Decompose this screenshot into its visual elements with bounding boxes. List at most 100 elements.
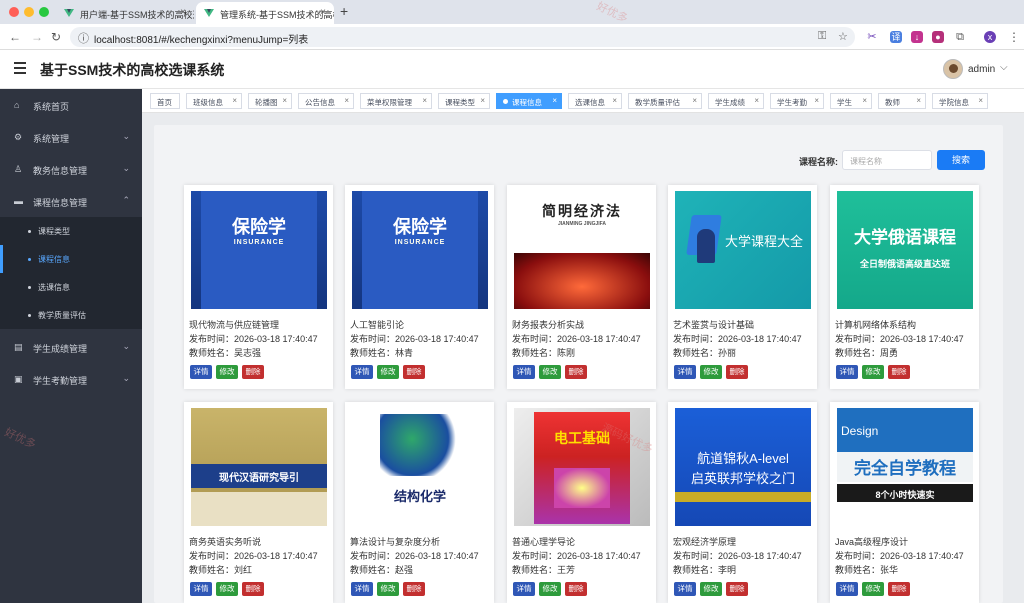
delete-button[interactable]: 删除 [888,365,910,379]
detail-button[interactable]: 详情 [836,365,858,379]
course-cover-image[interactable]: 大学俄语课程 全日制俄语高级直达班 [837,191,973,309]
edit-button[interactable]: 修改 [539,365,561,379]
course-cover-image[interactable]: 保险学 INSURANCE [352,191,488,309]
detail-button[interactable]: 详情 [513,365,535,379]
course-card[interactable]: 保险学 INSURANCE 现代物流与供应链管理 发布时间：2026-03-18 17… [184,185,333,389]
tag-item[interactable]: 学生成绩 × [708,93,764,109]
tag-item[interactable]: 教学质量评估 × [628,93,702,109]
close-window-button[interactable] [9,7,19,17]
delete-button[interactable]: 删除 [242,365,264,379]
tag-item[interactable]: 课程类型 × [438,93,490,109]
tag-item[interactable]: 班级信息 × [186,93,242,109]
close-tag-icon[interactable]: × [862,96,867,105]
browser-tab-user[interactable]: 用户端-基于SSM技术的高校选 × [56,2,194,24]
tag-item[interactable]: 学生考勤 × [770,93,824,109]
course-cover-image[interactable]: 结构化学 [352,408,488,526]
browser-tab-admin[interactable]: 管理系统-基于SSM技术的高校 × [196,2,334,24]
edit-button[interactable]: 修改 [700,365,722,379]
edit-button[interactable]: 修改 [216,582,238,596]
back-icon[interactable]: ← [9,30,21,44]
delete-button[interactable]: 删除 [726,582,748,596]
sidebar-subitem-course-info[interactable]: 课程信息 [0,245,142,273]
site-info-icon[interactable]: ⓘ [78,30,89,46]
search-input[interactable]: 课程名称 [842,150,932,170]
edit-button[interactable]: 修改 [377,582,399,596]
close-tab-icon[interactable]: × [180,7,186,18]
detail-button[interactable]: 详情 [674,582,696,596]
key-icon[interactable]: ⚿ [818,30,826,43]
edit-button[interactable]: 修改 [862,582,884,596]
close-tab-icon[interactable]: × [320,7,326,18]
edit-button[interactable]: 修改 [377,365,399,379]
tag-item[interactable]: 菜单权限管理 × [360,93,432,109]
delete-button[interactable]: 删除 [565,582,587,596]
close-tag-icon[interactable]: × [344,96,349,105]
extension-translate-icon[interactable]: 译 [890,31,902,43]
course-card[interactable]: 结构化学 算法设计与复杂度分析 发布时间：2026-03-18 17:40:47 教师… [345,402,494,603]
address-bar[interactable]: ⓘ localhost:8081/#/kechengxinxi?menuJump… [70,27,855,47]
edit-button[interactable]: 修改 [700,582,722,596]
detail-button[interactable]: 详情 [513,582,535,596]
sidebar-item-system[interactable]: ⚙ 系统管理 ⌄ [0,121,142,153]
delete-button[interactable]: 删除 [403,365,425,379]
edit-button[interactable]: 修改 [216,365,238,379]
username[interactable]: admin [968,64,995,75]
sidebar-item-academic[interactable]: ♙ 教务信息管理 ⌄ [0,153,142,185]
edit-button[interactable]: 修改 [539,582,561,596]
profile-avatar-icon[interactable]: x [984,31,996,43]
tag-item[interactable]: 学生 × [830,93,872,109]
course-cover-image[interactable]: 保险学 INSURANCE [191,191,327,309]
forward-icon[interactable]: → [31,30,43,44]
sidebar-item-course[interactable]: ▬ 课程信息管理 ⌃ [0,185,142,217]
course-cover-image[interactable]: 大学课程大全 [675,191,811,309]
course-cover-image[interactable]: 简明经济法 JIANMING JINGJIFA [514,191,650,309]
chevron-down-icon[interactable]: ⌵ [1000,62,1008,73]
avatar[interactable] [943,59,963,79]
menu-toggle-icon[interactable] [14,62,26,74]
delete-button[interactable]: 删除 [565,365,587,379]
extension-scissors-icon[interactable]: ✂ [866,31,878,43]
bookmark-star-icon[interactable]: ☆ [838,30,848,43]
close-tag-icon[interactable]: × [916,96,921,105]
course-card[interactable]: 简明经济法 JIANMING JINGJIFA 财务报表分析实战 发布时间：2026-… [507,185,656,389]
course-card[interactable]: 现代汉语研究导引 商务英语实务听说 发布时间：2026-03-18 17:40:47… [184,402,333,603]
detail-button[interactable]: 详情 [190,582,212,596]
close-tag-icon[interactable]: × [814,96,819,105]
tag-item[interactable]: 首页 [150,93,180,109]
close-tag-icon[interactable]: × [692,96,697,105]
close-tag-icon[interactable]: × [754,96,759,105]
extension-record-icon[interactable]: ● [932,31,944,43]
tag-item[interactable]: 学院信息 × [932,93,988,109]
close-tag-icon[interactable]: × [978,96,983,105]
sidebar-item-attendance[interactable]: ▣ 学生考勤管理 ⌄ [0,363,142,395]
detail-button[interactable]: 详情 [836,582,858,596]
sidebar-item-grades[interactable]: ▤ 学生成绩管理 ⌄ [0,331,142,363]
edit-button[interactable]: 修改 [862,365,884,379]
course-cover-image[interactable]: Design 完全自学教程 8个小时快速实 [837,408,973,526]
course-cover-image[interactable]: 电工基础 [514,408,650,526]
sidebar-subitem-evaluation[interactable]: 教学质量评估 [0,301,142,329]
detail-button[interactable]: 详情 [351,582,373,596]
tag-item[interactable]: 课程信息 × [496,93,562,109]
delete-button[interactable]: 删除 [242,582,264,596]
delete-button[interactable]: 删除 [888,582,910,596]
close-tag-icon[interactable]: × [232,96,237,105]
close-tag-icon[interactable]: × [422,96,427,105]
close-tag-icon[interactable]: × [480,96,485,105]
close-tag-icon[interactable]: × [552,96,557,105]
course-cover-image[interactable]: 航道锦秋A-level 启英联邦学校之门 [675,408,811,526]
delete-button[interactable]: 删除 [403,582,425,596]
extension-download-icon[interactable]: ↓ [911,31,923,43]
detail-button[interactable]: 详情 [190,365,212,379]
tag-item[interactable]: 轮播图 × [248,93,292,109]
course-card[interactable]: 大学俄语课程 全日制俄语高级直达班 计算机网络体系结构 发布时间：2026-03-18… [830,185,979,389]
maximize-window-button[interactable] [39,7,49,17]
new-tab-button[interactable]: + [340,3,348,19]
search-button[interactable]: 搜索 [937,150,985,170]
sidebar-subitem-selection[interactable]: 选课信息 [0,273,142,301]
course-card[interactable]: Design 完全自学教程 8个小时快速实 Java高级程序设计 发布时间：2026-0… [830,402,979,603]
course-card[interactable]: 航道锦秋A-level 启英联邦学校之门 宏观经济学原理 发布时间：2026-03-1… [668,402,817,603]
close-tag-icon[interactable]: × [612,96,617,105]
course-card[interactable]: 保险学 INSURANCE 人工智能引论 发布时间：2026-03-18 17:40:… [345,185,494,389]
tag-item[interactable]: 教师 × [878,93,926,109]
